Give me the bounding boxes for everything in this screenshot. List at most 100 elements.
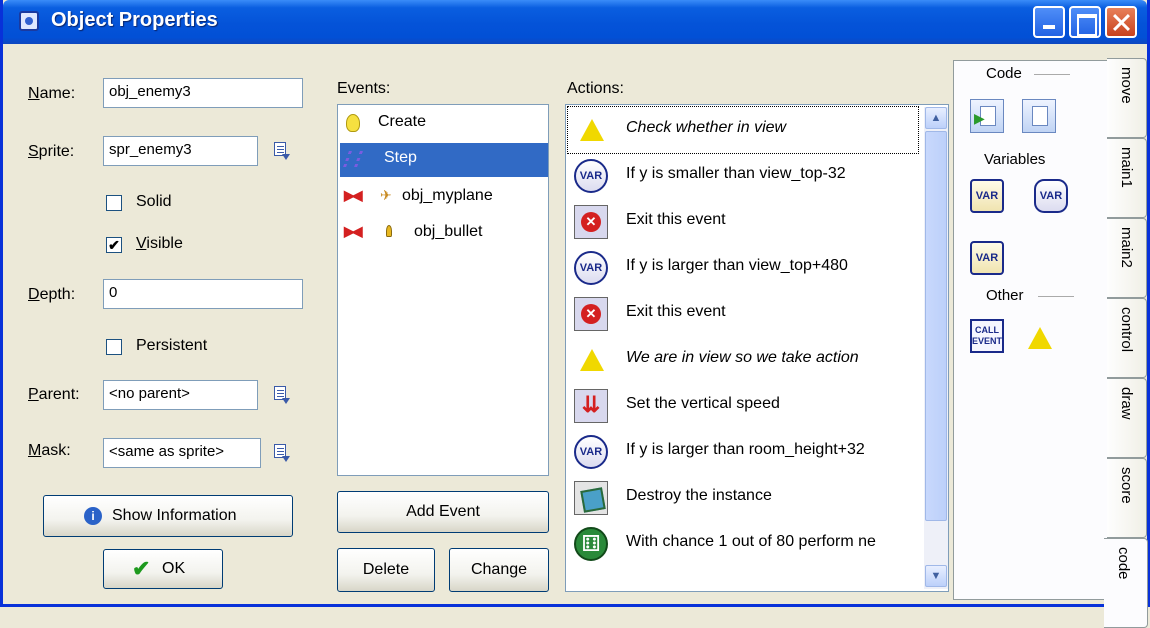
step-icon xyxy=(343,151,363,167)
icon-caption: CALL EVENT xyxy=(972,325,1003,346)
events-list[interactable]: Create Step ▶◀ ✈ obj_myplane ▶◀ obj_bull… xyxy=(337,104,549,476)
tab-main2[interactable]: main2 xyxy=(1107,218,1147,298)
tab-label: move xyxy=(1118,67,1135,104)
window-title: Object Properties xyxy=(51,9,218,31)
lightbulb-icon xyxy=(346,114,360,132)
variables-header: Variables xyxy=(984,151,1046,168)
tab-label: main2 xyxy=(1118,227,1135,268)
event-label: Create xyxy=(378,113,427,130)
title-bar[interactable]: Object Properties xyxy=(3,0,1147,44)
scroll-down-button[interactable]: ▼ xyxy=(925,565,947,587)
maximize-button[interactable] xyxy=(1069,6,1101,38)
divider xyxy=(1034,74,1070,75)
action-label: Exit this event xyxy=(626,211,726,228)
tab-main1[interactable]: main1 xyxy=(1107,138,1147,218)
action-row[interactable]: With chance 1 out of 80 perform ne xyxy=(568,521,918,567)
mask-menu-icon[interactable] xyxy=(273,444,291,464)
solid-checkbox[interactable] xyxy=(106,195,122,211)
tab-label: draw xyxy=(1118,387,1135,420)
tab-control[interactable]: control xyxy=(1107,298,1147,378)
icon-caption: VAR xyxy=(579,262,603,274)
info-icon: i xyxy=(84,507,102,525)
sprite-field[interactable]: spr_enemy3 xyxy=(103,136,258,166)
object-icon xyxy=(19,11,39,31)
events-header: Events: xyxy=(337,80,391,97)
scroll-up-button[interactable]: ▲ xyxy=(925,107,947,129)
call-event-icon[interactable]: CALL EVENT xyxy=(970,319,1004,353)
object-properties-window: Object Properties Name: obj_enemy3 Sprit… xyxy=(0,0,1150,628)
event-label: obj_myplane xyxy=(402,187,493,204)
visible-label: Visible xyxy=(136,235,183,252)
draw-variable-icon[interactable]: VAR xyxy=(970,241,1004,275)
comment-icon[interactable] xyxy=(1028,327,1052,349)
change-label: Change xyxy=(470,561,528,578)
icon-caption: VAR xyxy=(975,252,999,264)
action-row[interactable]: We are in view so we take action xyxy=(568,337,918,383)
ok-button[interactable]: ✔ OK xyxy=(103,549,223,589)
close-button[interactable] xyxy=(1105,6,1137,38)
tab-score[interactable]: score xyxy=(1107,458,1147,538)
action-row[interactable]: Set the vertical speed xyxy=(568,383,918,429)
action-row[interactable]: Check whether in view xyxy=(567,106,919,154)
action-row[interactable]: VAR If y is larger than view_top+480 xyxy=(568,245,918,291)
action-label: Exit this event xyxy=(626,303,726,320)
visible-checkbox[interactable]: ✔ xyxy=(106,237,122,253)
persistent-checkbox[interactable] xyxy=(106,339,122,355)
code-header: Code xyxy=(986,65,1022,82)
action-row[interactable]: Exit this event xyxy=(568,291,918,337)
depth-label: Depth: xyxy=(28,286,76,303)
minimize-button[interactable] xyxy=(1033,6,1065,38)
collision-icon: ▶◀ xyxy=(344,223,362,239)
action-row[interactable]: VAR If y is smaller than view_top-32 xyxy=(568,153,918,199)
collision-icon: ▶◀ xyxy=(344,187,362,203)
event-label: obj_bullet xyxy=(414,223,483,240)
tab-code[interactable]: code xyxy=(1104,538,1148,628)
sprite-label: Sprite: xyxy=(28,143,75,160)
action-row[interactable]: Destroy the instance xyxy=(568,475,918,521)
event-collision-myplane[interactable]: ▶◀ ✈ obj_myplane xyxy=(340,181,548,215)
action-label: We are in view so we take action xyxy=(626,349,859,366)
sprite-menu-icon[interactable] xyxy=(273,142,291,162)
test-variable-icon[interactable]: VAR xyxy=(1034,179,1068,213)
show-information-label: Show Information xyxy=(112,507,237,524)
set-variable-icon[interactable]: VAR xyxy=(970,179,1004,213)
bullet-icon xyxy=(386,225,392,237)
parent-menu-icon[interactable] xyxy=(273,386,291,406)
change-event-button[interactable]: Change xyxy=(449,548,549,592)
vspeed-icon xyxy=(574,389,608,423)
icon-caption: VAR xyxy=(579,170,603,182)
event-create[interactable]: Create xyxy=(340,107,548,141)
parent-field[interactable]: <no parent> xyxy=(103,380,258,410)
action-row[interactable]: Exit this event xyxy=(568,199,918,245)
show-information-button[interactable]: i Show Information xyxy=(43,495,293,537)
delete-event-button[interactable]: Delete xyxy=(337,548,435,592)
tab-label: code xyxy=(1115,547,1132,580)
ok-label: OK xyxy=(162,560,186,577)
tab-draw[interactable]: draw xyxy=(1107,378,1147,458)
action-row[interactable]: VAR If y is larger than room_height+32 xyxy=(568,429,918,475)
action-label: With chance 1 out of 80 perform ne xyxy=(626,533,876,550)
add-event-label: Add Event xyxy=(406,503,480,520)
add-event-button[interactable]: Add Event xyxy=(337,491,549,533)
name-field[interactable]: obj_enemy3 xyxy=(103,78,303,108)
execute-script-icon[interactable] xyxy=(1022,99,1056,133)
var-icon: VAR xyxy=(574,159,608,193)
actions-scrollbar[interactable]: ▲ ▼ xyxy=(924,107,948,589)
execute-code-icon[interactable] xyxy=(970,99,1004,133)
tab-move[interactable]: move xyxy=(1107,58,1147,138)
action-label: Check whether in view xyxy=(626,119,787,136)
depth-field[interactable]: 0 xyxy=(103,279,303,309)
divider xyxy=(1038,296,1074,297)
event-collision-bullet[interactable]: ▶◀ obj_bullet xyxy=(340,217,548,251)
other-header: Other xyxy=(986,287,1024,304)
mask-field[interactable]: <same as sprite> xyxy=(103,438,261,468)
action-label: If y is smaller than view_top-32 xyxy=(626,165,846,182)
action-row-partial[interactable] xyxy=(568,567,918,591)
delete-label: Delete xyxy=(362,561,410,578)
scroll-thumb[interactable] xyxy=(925,131,947,521)
exit-icon xyxy=(574,205,608,239)
actions-list[interactable]: Check whether in view VAR If y is smaller … xyxy=(565,104,949,592)
event-step[interactable]: Step xyxy=(340,143,548,177)
dice-icon xyxy=(574,527,608,561)
persistent-label: Persistent xyxy=(136,337,208,354)
